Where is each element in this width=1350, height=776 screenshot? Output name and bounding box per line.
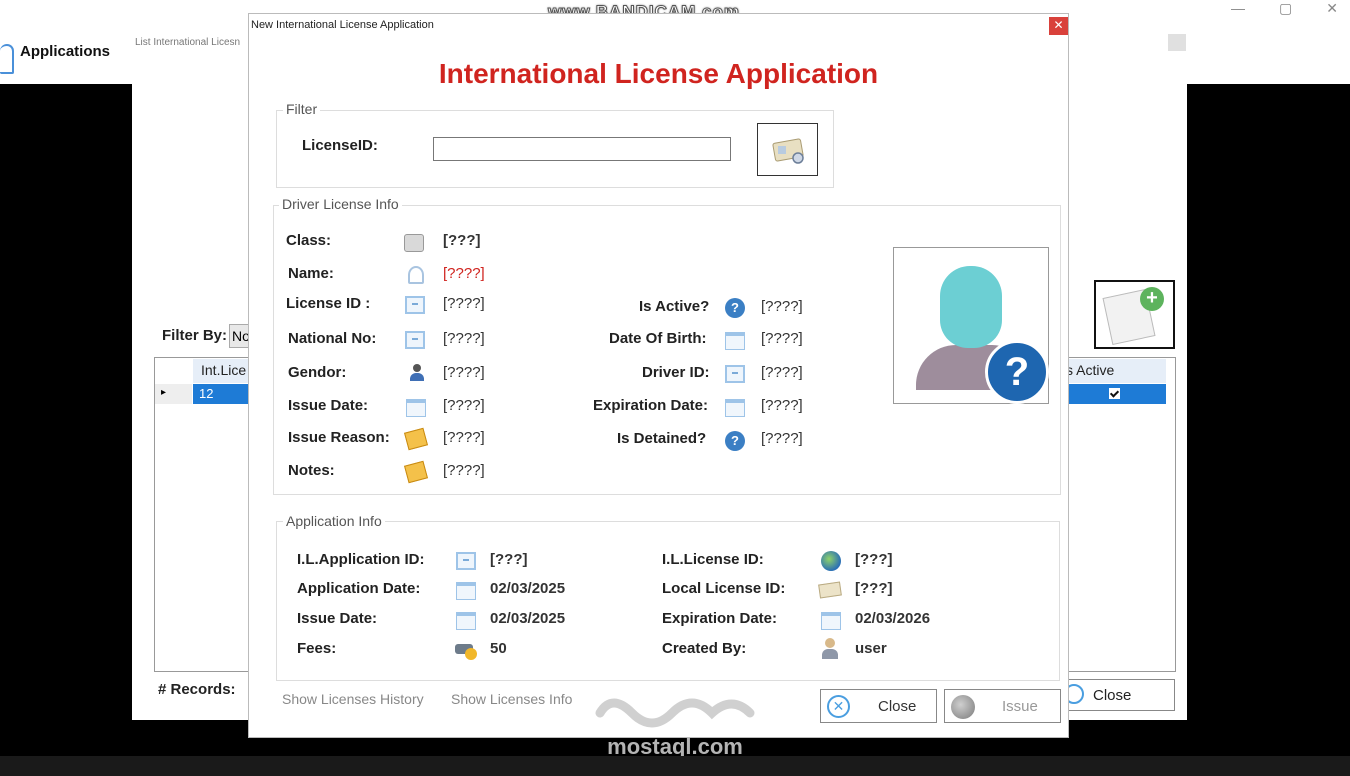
user-icon bbox=[821, 638, 839, 660]
application-info-group bbox=[276, 521, 1060, 681]
app-expiration-date-label: Expiration Date: bbox=[662, 610, 778, 627]
name-value: [????] bbox=[443, 265, 485, 282]
id-card-icon bbox=[456, 552, 476, 570]
app-issue-date-label: Issue Date: bbox=[297, 610, 378, 627]
national-no-value: [????] bbox=[443, 330, 485, 347]
expiration-date-value: [????] bbox=[761, 397, 803, 414]
gendor-label: Gendor: bbox=[288, 364, 347, 381]
app-expiration-date-value: 02/03/2026 bbox=[855, 610, 931, 627]
show-licenses-history-link[interactable]: Show Licenses History bbox=[282, 691, 424, 707]
id-card-icon bbox=[725, 365, 745, 383]
filter-group-label: Filter bbox=[283, 101, 321, 117]
grid-header-is-active[interactable]: s Active bbox=[1062, 359, 1166, 383]
filter-by-label: Filter By: bbox=[162, 327, 228, 344]
question-icon: ? bbox=[725, 298, 745, 318]
license-id-input[interactable] bbox=[433, 137, 731, 161]
gendor-value: [????] bbox=[443, 364, 485, 381]
license-id-label: LicenseID: bbox=[302, 137, 378, 154]
issue-date-label: Issue Date: bbox=[288, 397, 369, 414]
created-by-label: Created By: bbox=[662, 640, 747, 657]
fees-value: 50 bbox=[490, 640, 507, 657]
question-mark-icon: ? bbox=[985, 340, 1049, 404]
is-active-label: Is Active? bbox=[639, 298, 710, 315]
issue-date-value: [????] bbox=[443, 397, 485, 414]
national-no-label: National No: bbox=[288, 330, 377, 347]
local-license-id-value: [???] bbox=[855, 580, 893, 597]
mostaql-logo bbox=[595, 698, 755, 728]
search-license-button[interactable] bbox=[757, 123, 818, 176]
maximize-icon[interactable]: ▢ bbox=[1279, 0, 1292, 17]
bottom-bar bbox=[0, 756, 1350, 776]
list-window-title: List International Licesn bbox=[135, 37, 241, 48]
il-license-id-value: [???] bbox=[855, 551, 893, 568]
notes-value: [????] bbox=[443, 462, 485, 479]
license-id-info-label: License ID : bbox=[286, 295, 371, 312]
application-info-label: Application Info bbox=[283, 513, 385, 529]
app-issue-date-value: 02/03/2025 bbox=[490, 610, 566, 627]
id-card-icon bbox=[405, 331, 425, 349]
fees-label: Fees: bbox=[297, 640, 337, 657]
window-controls: — ▢ ✕ bbox=[1231, 0, 1338, 17]
date-of-birth-value: [????] bbox=[761, 330, 803, 347]
class-value: [???] bbox=[443, 232, 481, 249]
driver-id-value: [????] bbox=[761, 364, 803, 381]
calendar-icon bbox=[725, 332, 745, 350]
grid-row-selector[interactable]: ▸ bbox=[155, 384, 192, 404]
issue-globe-icon bbox=[951, 695, 975, 719]
checkbox-icon[interactable] bbox=[1108, 388, 1120, 399]
application-date-label: Application Date: bbox=[297, 580, 421, 597]
is-active-value: [????] bbox=[761, 298, 803, 315]
grid-header-int-license[interactable]: Int.Lice bbox=[193, 359, 253, 383]
plus-icon: + bbox=[1140, 287, 1164, 311]
is-detained-label: Is Detained? bbox=[617, 430, 707, 447]
driver-id-label: Driver ID: bbox=[642, 364, 710, 381]
application-date-value: 02/03/2025 bbox=[490, 580, 566, 597]
user-icon bbox=[0, 44, 14, 74]
driver-license-info-label: Driver License Info bbox=[279, 196, 402, 212]
grid-cell-int-license[interactable]: 12 bbox=[193, 384, 253, 404]
id-card-icon bbox=[405, 296, 425, 314]
person-icon bbox=[408, 266, 424, 284]
records-label: # Records: bbox=[158, 681, 236, 698]
gender-icon bbox=[409, 364, 425, 382]
issue-reason-value: [????] bbox=[443, 429, 485, 446]
money-icon bbox=[455, 642, 477, 660]
date-of-birth-label: Date Of Birth: bbox=[609, 330, 707, 347]
close-circle-icon: ✕ bbox=[827, 695, 850, 718]
person-head-icon bbox=[940, 266, 1002, 348]
class-label: Class: bbox=[286, 232, 332, 249]
calendar-icon bbox=[456, 612, 476, 630]
calendar-icon bbox=[725, 399, 745, 417]
globe-icon bbox=[821, 551, 841, 571]
close-window-icon[interactable]: ✕ bbox=[1326, 0, 1338, 17]
name-label: Name: bbox=[288, 265, 334, 282]
license-card-search-icon bbox=[772, 138, 804, 164]
il-application-id-label: I.L.Application ID: bbox=[297, 551, 425, 568]
is-detained-value: [????] bbox=[761, 430, 803, 447]
issue-reason-label: Issue Reason: bbox=[288, 429, 390, 446]
notes-label: Notes: bbox=[288, 462, 335, 479]
show-licenses-info-link[interactable]: Show Licenses Info bbox=[451, 691, 572, 707]
calendar-icon bbox=[456, 582, 476, 600]
minimize-icon[interactable]: — bbox=[1231, 0, 1245, 17]
local-license-id-label: Local License ID: bbox=[662, 580, 786, 597]
dialog-close-x-button[interactable]: ✕ bbox=[1049, 17, 1068, 35]
question-icon: ? bbox=[725, 431, 745, 451]
car-icon bbox=[404, 234, 424, 252]
page-title: International License Application bbox=[438, 58, 879, 89]
list-window-maximize-button[interactable] bbox=[1168, 34, 1186, 51]
license-id-info-value: [????] bbox=[443, 295, 485, 312]
dialog-window-title: New International License Application bbox=[251, 19, 434, 31]
il-application-id-value: [???] bbox=[490, 551, 528, 568]
created-by-value: user bbox=[855, 640, 887, 657]
calendar-icon bbox=[406, 399, 426, 417]
nav-applications[interactable]: Applications bbox=[20, 43, 110, 60]
calendar-icon bbox=[821, 612, 841, 630]
il-license-id-label: I.L.License ID: bbox=[662, 551, 764, 568]
expiration-date-label: Expiration Date: bbox=[593, 397, 709, 414]
grid-cell-is-active[interactable] bbox=[1062, 384, 1166, 404]
